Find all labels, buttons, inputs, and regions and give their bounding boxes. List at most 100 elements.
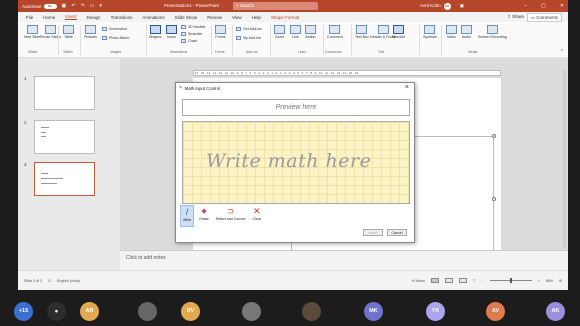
tab-help[interactable]: Help bbox=[252, 15, 261, 20]
zoom-button[interactable]: Zoom bbox=[274, 25, 285, 39]
slideshow-icon[interactable]: ▽ bbox=[473, 279, 476, 283]
reading-view-button[interactable] bbox=[458, 278, 467, 283]
cancel-button[interactable]: Cancel bbox=[387, 229, 407, 236]
participant-avatar[interactable]: AR bbox=[80, 302, 99, 321]
clear-tool-button[interactable]: ✕ Clear bbox=[250, 205, 263, 227]
group-illustrations: Illustrations bbox=[170, 50, 188, 54]
notes-label: Notes bbox=[415, 278, 425, 283]
zoom-out-icon[interactable]: – bbox=[482, 279, 484, 283]
math-writing-area[interactable]: Write math here bbox=[182, 121, 410, 204]
smartart-button[interactable]: SmartArt bbox=[181, 32, 202, 36]
resize-handle[interactable] bbox=[492, 134, 496, 138]
close-icon[interactable]: ✕ bbox=[560, 0, 564, 12]
zoom-slider[interactable] bbox=[489, 278, 532, 283]
ribbon-divider bbox=[58, 25, 59, 55]
notes-toggle[interactable]: ≜ Notes bbox=[412, 279, 425, 283]
audio-button[interactable]: Audio bbox=[461, 25, 472, 39]
text-box-button[interactable]: Text Box bbox=[355, 25, 369, 39]
undo-icon[interactable]: ↶ bbox=[71, 3, 75, 9]
math-input-dialog: ✎ Math Input Control × Preview here Writ… bbox=[175, 82, 415, 243]
forms-label: Forms bbox=[215, 35, 226, 39]
new-slide-button[interactable]: New Slide bbox=[24, 25, 40, 39]
3d-models-button[interactable]: 3D Models bbox=[181, 25, 205, 29]
collapse-ribbon-icon[interactable]: ⌃ bbox=[560, 49, 564, 55]
slide-thumbnail-3[interactable] bbox=[34, 162, 95, 196]
participant-avatar[interactable]: YK bbox=[426, 302, 445, 321]
table-button[interactable]: Table bbox=[63, 25, 74, 39]
dialog-close-icon[interactable]: × bbox=[405, 84, 409, 91]
select-correct-tool-button[interactable]: ⊃ Select and Correct bbox=[214, 205, 248, 227]
participant-avatar[interactable] bbox=[138, 302, 157, 321]
vertical-scrollbar[interactable] bbox=[563, 70, 566, 248]
tab-slide-show[interactable]: Slide Show bbox=[175, 15, 198, 20]
autosave-control[interactable]: AutoSave On bbox=[22, 3, 57, 9]
video-button[interactable]: Video bbox=[446, 25, 457, 39]
tab-file[interactable]: File bbox=[26, 15, 33, 20]
start-from-beginning-icon[interactable]: ▭ bbox=[90, 3, 95, 9]
slide-thumbnail-2[interactable] bbox=[34, 120, 95, 154]
autosave-toggle[interactable]: On bbox=[43, 3, 57, 9]
insert-button[interactable]: Insert bbox=[363, 229, 383, 236]
screen-recording-button[interactable]: Screen Recording bbox=[478, 25, 507, 39]
tab-animations[interactable]: Animations bbox=[142, 15, 164, 20]
ribbon-divider bbox=[146, 25, 147, 55]
pictures-label: Pictures bbox=[84, 35, 97, 39]
write-tool-button[interactable]: / Write bbox=[180, 205, 195, 227]
zoom-level[interactable]: 66% bbox=[546, 279, 553, 283]
get-addins-button[interactable]: Get Add-ins bbox=[236, 27, 262, 31]
tab-review[interactable]: Review bbox=[207, 15, 222, 20]
chart-button[interactable]: Chart bbox=[181, 39, 197, 43]
tab-transitions[interactable]: Transitions bbox=[111, 15, 133, 20]
action-button[interactable]: Action bbox=[305, 25, 316, 39]
participant-avatar[interactable]: AK bbox=[546, 302, 565, 321]
participant-avatar[interactable] bbox=[302, 302, 321, 321]
zoom-in-icon[interactable]: + bbox=[538, 279, 540, 283]
resize-handle[interactable] bbox=[492, 197, 496, 201]
participant-avatar[interactable]: • bbox=[47, 302, 66, 321]
tab-shape-format[interactable]: Shape Format bbox=[271, 15, 300, 20]
notes-pane[interactable]: Click to add notes bbox=[120, 250, 568, 270]
tab-insert[interactable]: Insert bbox=[65, 14, 77, 20]
share-button[interactable]: ⇪ Share bbox=[507, 14, 524, 20]
slide-sorter-button[interactable] bbox=[444, 278, 453, 283]
photo-album-button[interactable]: Photo Album bbox=[102, 36, 129, 40]
participant-avatar[interactable]: MK bbox=[364, 302, 383, 321]
pictures-button[interactable]: Pictures bbox=[84, 25, 97, 39]
symbols-button[interactable]: Symbols bbox=[423, 25, 437, 39]
customize-qat-icon[interactable]: ▾ bbox=[99, 3, 102, 9]
participant-avatar[interactable] bbox=[242, 302, 261, 321]
erase-tool-button[interactable]: ◆ Erase bbox=[197, 205, 210, 227]
wordart-button[interactable]: WordArt bbox=[392, 25, 405, 39]
tab-view[interactable]: View bbox=[232, 15, 242, 20]
link-button[interactable]: Link bbox=[290, 25, 301, 39]
participant-avatar[interactable]: AV bbox=[486, 302, 505, 321]
minimize-icon[interactable]: – bbox=[524, 0, 527, 12]
slide-thumbnail-1[interactable] bbox=[34, 76, 95, 110]
comment-button[interactable]: Comment bbox=[327, 25, 343, 39]
accessibility-icon[interactable]: ⊡ bbox=[48, 279, 51, 283]
ribbon-display-icon[interactable]: ▣ bbox=[460, 0, 464, 12]
redo-icon[interactable]: ↷ bbox=[80, 3, 84, 9]
table-icon bbox=[63, 25, 74, 34]
language-indicator[interactable]: English (India) bbox=[57, 279, 80, 283]
screenshot-button[interactable]: Screenshot bbox=[102, 27, 127, 31]
icons-button[interactable]: Icons bbox=[166, 25, 177, 39]
participant-avatar[interactable]: RV bbox=[181, 302, 200, 321]
my-addins-button[interactable]: My Add-ins bbox=[236, 36, 261, 40]
maximize-icon[interactable]: ▢ bbox=[541, 0, 546, 12]
ribbon: New Slide Reuse Slides Slides Table Tabl… bbox=[18, 22, 568, 58]
group-forms: Forms bbox=[215, 50, 225, 54]
more-participants-badge[interactable]: +15 bbox=[14, 302, 33, 321]
tab-home[interactable]: Home bbox=[43, 15, 55, 20]
forms-button[interactable]: Forms bbox=[215, 25, 226, 39]
fit-to-window-icon[interactable]: ⊞ bbox=[559, 279, 562, 283]
screenshot-icon bbox=[102, 27, 107, 31]
comments-button[interactable]: ▭ Comments bbox=[526, 13, 562, 22]
lasso-icon: ⊃ bbox=[226, 206, 235, 216]
user-account[interactable]: Avrit Kohn AK ▣ bbox=[420, 0, 464, 12]
normal-view-button[interactable] bbox=[430, 278, 439, 283]
shapes-button[interactable]: Shapes bbox=[149, 25, 161, 39]
save-icon[interactable]: ▣ bbox=[62, 3, 67, 9]
tab-design[interactable]: Design bbox=[87, 15, 101, 20]
search-box[interactable]: ⌕ Search bbox=[233, 2, 318, 10]
